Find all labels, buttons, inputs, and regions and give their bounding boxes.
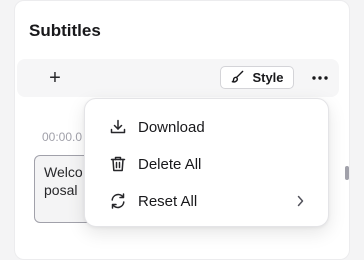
- scrollbar-thumb[interactable]: [345, 166, 349, 180]
- menu-item-download[interactable]: Download: [85, 110, 328, 144]
- more-options-menu: Download Delete All Reset All: [84, 98, 329, 227]
- menu-item-delete-all[interactable]: Delete All: [85, 147, 328, 181]
- style-button-label: Style: [252, 70, 284, 85]
- download-icon: [108, 117, 128, 137]
- reset-icon: [108, 191, 128, 211]
- subtitles-toolbar: + Style: [17, 59, 339, 97]
- chevron-right-icon: [294, 194, 306, 208]
- brush-icon: [230, 69, 245, 87]
- more-horizontal-icon: [312, 76, 328, 80]
- menu-item-label: Delete All: [138, 155, 202, 173]
- menu-item-label: Download: [138, 118, 205, 136]
- menu-item-label: Reset All: [138, 192, 198, 210]
- subtitle-timestamp[interactable]: 00:00.0: [42, 130, 88, 144]
- style-button[interactable]: Style: [220, 66, 294, 89]
- menu-item-reset-all[interactable]: Reset All: [85, 184, 328, 218]
- trash-icon: [108, 154, 128, 174]
- add-subtitle-button[interactable]: +: [43, 66, 67, 90]
- panel-title: Subtitles: [29, 21, 101, 40]
- more-options-button[interactable]: [309, 67, 331, 89]
